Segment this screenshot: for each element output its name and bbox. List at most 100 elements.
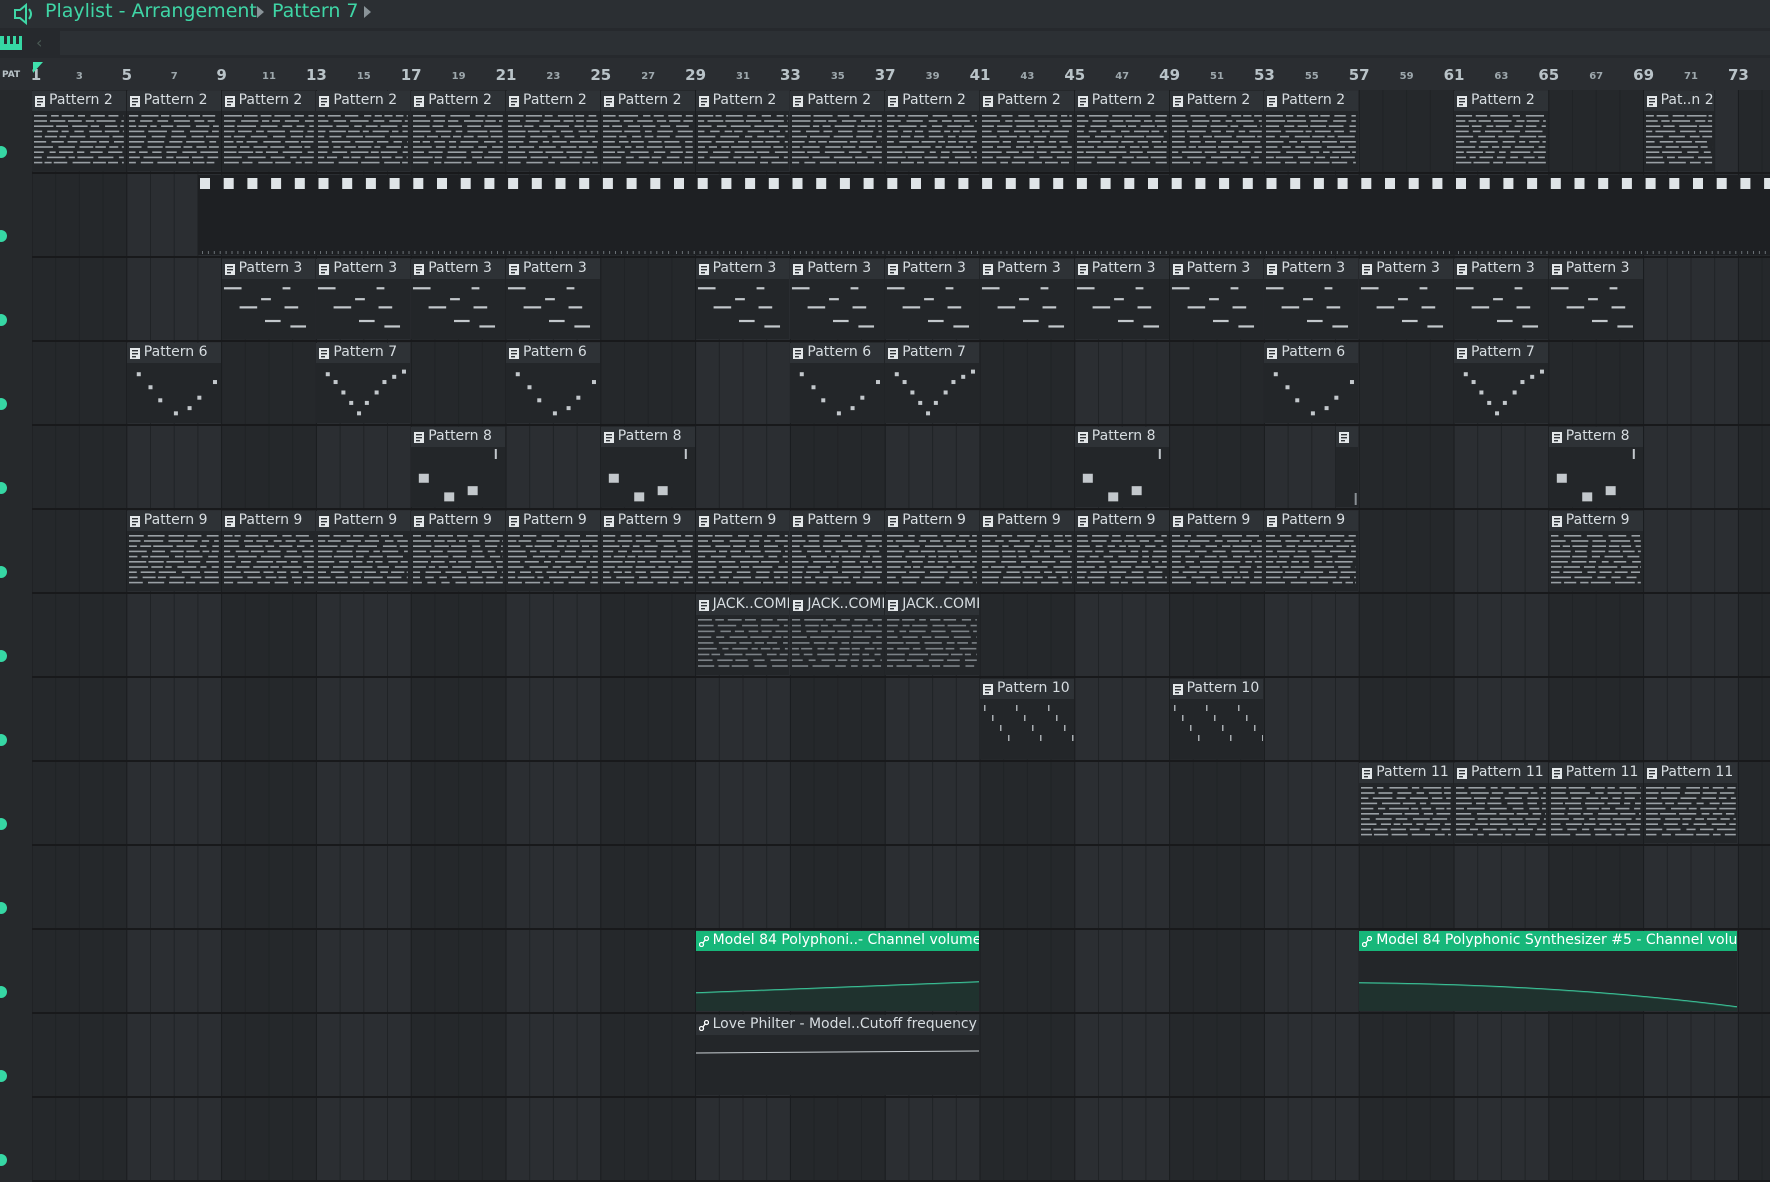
pattern-clip[interactable]: Pattern 8 bbox=[411, 427, 505, 507]
automation-clip[interactable]: Model 84 Polyphonic Synthesizer #5 - Cha… bbox=[1359, 931, 1738, 1011]
clip-header[interactable]: Pattern 2 bbox=[600, 91, 695, 111]
pattern-clip[interactable]: Pattern 9 bbox=[980, 511, 1074, 591]
clip-header[interactable]: Pattern 2 bbox=[790, 91, 885, 111]
track-mute-led[interactable] bbox=[0, 818, 7, 830]
pattern-clip[interactable]: JACK..COMP bbox=[695, 595, 790, 675]
clip-header[interactable]: Pattern 7 bbox=[316, 343, 411, 363]
clip-header[interactable]: Pattern 9 bbox=[1548, 511, 1643, 531]
clip-header[interactable]: Pattern 9 bbox=[790, 511, 885, 531]
track-mute-led[interactable] bbox=[0, 314, 7, 326]
pattern-clip[interactable]: Pattern 8 bbox=[600, 427, 695, 507]
pattern-clip[interactable]: Pattern 2 bbox=[1454, 91, 1548, 171]
track-mute-led[interactable] bbox=[0, 650, 7, 662]
clip-header[interactable]: Pattern 8 bbox=[1548, 427, 1643, 447]
clip-header[interactable]: Pattern 9 bbox=[1264, 511, 1359, 531]
pattern-clip[interactable]: Pattern 2 bbox=[411, 91, 505, 171]
clip-header[interactable]: Pattern 2 bbox=[695, 91, 790, 111]
clip-header[interactable]: Model 84 Polyphonic Synthesizer #5 - Cha… bbox=[1359, 931, 1738, 951]
pattern-clip[interactable]: Pattern 9 bbox=[1548, 511, 1643, 591]
clip-header[interactable]: Pattern 2 bbox=[316, 91, 411, 111]
clip-header[interactable]: Pattern 2 bbox=[126, 91, 221, 111]
pattern-clip[interactable]: Pattern 2 bbox=[695, 91, 790, 171]
pattern-clip[interactable]: Pattern 3 bbox=[1454, 259, 1548, 339]
pattern-clip[interactable]: Pattern 6 bbox=[126, 343, 221, 423]
pattern-clip[interactable]: Pattern 3 bbox=[221, 259, 316, 339]
pattern-clip[interactable] bbox=[1454, 175, 1770, 255]
pattern-clip[interactable]: Pat..n 2 bbox=[1643, 91, 1714, 171]
pattern-clip[interactable]: Pattern 3 bbox=[695, 259, 790, 339]
clip-header[interactable]: Pattern 10 bbox=[980, 679, 1074, 699]
pattern-clip[interactable]: Pattern 9 bbox=[1074, 511, 1169, 591]
pattern-clip[interactable]: Pattern 10 bbox=[980, 679, 1074, 759]
pattern-clip[interactable]: Pattern 11 bbox=[1454, 763, 1548, 843]
clip-header[interactable]: Pat..n 2 bbox=[1643, 91, 1714, 111]
pattern-clip[interactable]: Pattern 10 bbox=[1169, 679, 1264, 759]
clip-header[interactable]: Pattern 6 bbox=[126, 343, 221, 363]
playhead-marker-icon[interactable] bbox=[33, 62, 43, 73]
clip-header[interactable]: Model 84 Polyphoni..- Channel volume #2 bbox=[695, 931, 979, 951]
clip-header[interactable]: Pattern 9 bbox=[1169, 511, 1264, 531]
automation-clip[interactable]: Love Philter - Model..Cutoff frequency #… bbox=[695, 1015, 979, 1095]
pattern-clip[interactable]: Pattern 3 bbox=[506, 259, 600, 339]
pattern-clip[interactable]: Pattern 2 bbox=[506, 91, 600, 171]
pattern-clip[interactable]: Pattern 9 bbox=[1264, 511, 1359, 591]
clip-header[interactable]: Pattern 9 bbox=[411, 511, 505, 531]
clip-header[interactable]: Pattern 3 bbox=[411, 259, 505, 279]
pattern-clip[interactable]: Pattern 11 bbox=[1548, 763, 1643, 843]
pattern-menu-arrow-icon[interactable] bbox=[364, 6, 371, 18]
pattern-clip[interactable]: Pattern 6 bbox=[790, 343, 885, 423]
clip-header[interactable]: Pattern 3 bbox=[885, 259, 979, 279]
pattern-clip[interactable]: Pattern 11 bbox=[1643, 763, 1738, 843]
clip-header[interactable]: Pattern 9 bbox=[221, 511, 316, 531]
clip-header[interactable]: Pattern 11 bbox=[1643, 763, 1738, 783]
pattern-clip[interactable]: Pattern 2 bbox=[980, 91, 1074, 171]
pattern-clip[interactable]: JACK..COMP bbox=[885, 595, 979, 675]
clip-header[interactable]: Pattern 8 bbox=[411, 427, 505, 447]
clip-header[interactable]: Pattern 2 bbox=[1454, 91, 1548, 111]
track-mute-led[interactable] bbox=[0, 986, 7, 998]
clip-header[interactable]: Pattern 3 bbox=[506, 259, 600, 279]
clip-header[interactable]: Pattern 2 bbox=[1074, 91, 1169, 111]
clip-header[interactable]: Pattern 3 bbox=[1359, 259, 1453, 279]
track-mute-led[interactable] bbox=[0, 398, 7, 410]
clip-header[interactable]: Pattern 11 bbox=[1454, 763, 1548, 783]
clip-header[interactable]: Pattern 9 bbox=[980, 511, 1074, 531]
pattern-clip[interactable]: Pattern 2 bbox=[1264, 91, 1359, 171]
pattern-clip[interactable]: Pattern 2 bbox=[316, 91, 411, 171]
pattern-clip[interactable]: Pattern 9 bbox=[316, 511, 411, 591]
clip-header[interactable]: Pattern 2 bbox=[1264, 91, 1359, 111]
pattern-clip[interactable]: Pattern 3 bbox=[411, 259, 505, 339]
pattern-clip[interactable]: Pattern 8 bbox=[1548, 427, 1643, 507]
pattern-clip[interactable]: Pattern 7 bbox=[1454, 343, 1548, 423]
clip-header[interactable]: Pattern 3 bbox=[1548, 259, 1643, 279]
clip-header[interactable]: Pattern 3 bbox=[1169, 259, 1264, 279]
clip-header[interactable]: JACK..COMP bbox=[885, 595, 979, 615]
pattern-clip[interactable] bbox=[1335, 427, 1359, 507]
clip-header[interactable]: Pattern 3 bbox=[695, 259, 790, 279]
clip-header[interactable]: Pattern 3 bbox=[1454, 259, 1548, 279]
clip-header[interactable]: Pattern 6 bbox=[790, 343, 885, 363]
clip-header[interactable]: Pattern 9 bbox=[695, 511, 790, 531]
pattern-clip[interactable]: Pattern 3 bbox=[790, 259, 885, 339]
clip-header[interactable]: Pattern 9 bbox=[316, 511, 411, 531]
clip-header[interactable]: Pattern 3 bbox=[221, 259, 316, 279]
pattern-clip[interactable]: Pattern 2 bbox=[885, 91, 979, 171]
clip-header[interactable]: Pattern 2 bbox=[411, 91, 505, 111]
pattern-clip[interactable]: Pattern 2 bbox=[32, 91, 126, 171]
pattern-clip[interactable]: Pattern 7 bbox=[885, 343, 979, 423]
pattern-clip[interactable]: Pattern 9 bbox=[221, 511, 316, 591]
clip-header[interactable]: Pattern 2 bbox=[885, 91, 979, 111]
pattern-clip[interactable]: Pattern 8 bbox=[1074, 427, 1169, 507]
clip-header[interactable]: Pattern 3 bbox=[790, 259, 885, 279]
clip-header[interactable]: Love Philter - Model..Cutoff frequency #… bbox=[695, 1015, 979, 1035]
track-mute-led[interactable] bbox=[0, 146, 7, 158]
clip-header[interactable]: Pattern 3 bbox=[316, 259, 411, 279]
pattern-clip[interactable]: Pattern 9 bbox=[126, 511, 221, 591]
pattern-clip[interactable]: Pattern 11 bbox=[1359, 763, 1453, 843]
clip-header[interactable]: Pattern 9 bbox=[1074, 511, 1169, 531]
clip-header[interactable]: Pattern 6 bbox=[1264, 343, 1359, 363]
pattern-clip[interactable]: Pattern 9 bbox=[1169, 511, 1264, 591]
pattern-clip[interactable]: Pattern 3 bbox=[980, 259, 1074, 339]
pattern-clip[interactable]: Pattern 2 bbox=[1074, 91, 1169, 171]
clip-header[interactable]: Pattern 7 bbox=[885, 343, 979, 363]
